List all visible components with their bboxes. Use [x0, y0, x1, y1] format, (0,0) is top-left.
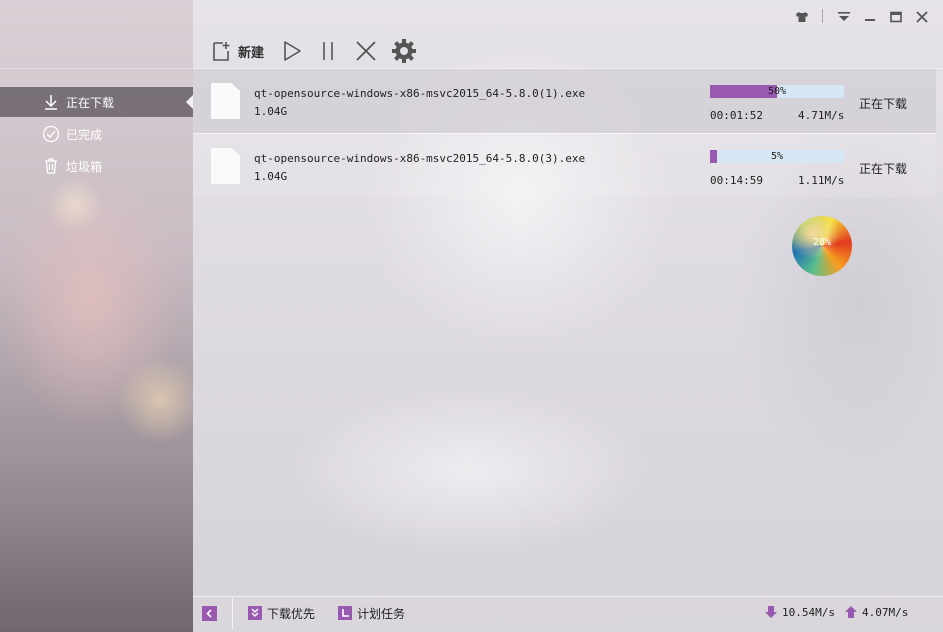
trash-icon: [42, 157, 60, 175]
total-upload-speed: 4.07M/s: [844, 605, 908, 619]
status-text: 正在下载: [859, 162, 908, 176]
new-task-label: 新建: [238, 45, 265, 61]
skin-icon: [796, 12, 808, 22]
total-download-speed-value: 10.54M/s: [782, 605, 835, 619]
chevron-left-icon: [202, 605, 217, 621]
priority-icon: [248, 606, 262, 620]
status-text: 正在下载: [859, 97, 908, 111]
sidebar-item-trash[interactable]: 垃圾箱: [0, 151, 193, 181]
menu-icon: [838, 12, 850, 21]
scheduled-tasks-label: 计划任务: [357, 606, 406, 621]
file-icon: [211, 83, 240, 119]
sidebar-item-downloading[interactable]: 正在下载: [0, 87, 193, 117]
sidebar: 正在下载 已完成 垃圾箱: [0, 0, 193, 632]
file-name: qt-opensource-windows-x86-msvc2015_64-5.…: [254, 87, 586, 100]
menu-button[interactable]: [836, 8, 852, 26]
arrow-up-icon: [845, 606, 857, 618]
sidebar-item-label: 已完成: [66, 127, 103, 142]
progress-bar: 5%: [710, 150, 844, 163]
progress-label: 5%: [770, 151, 784, 162]
file-size: 1.04G: [254, 105, 288, 118]
pause-icon: [323, 42, 333, 60]
check-circle-icon: [42, 125, 60, 143]
float-ball-label: 28%: [812, 237, 832, 248]
close-icon: [916, 11, 928, 23]
window-controls-divider: [822, 9, 823, 23]
file-name: qt-opensource-windows-x86-msvc2015_64-5.…: [254, 152, 586, 165]
download-speed: 1.11M/s: [798, 174, 845, 187]
minimize-button[interactable]: [862, 8, 878, 26]
settings-icon: [392, 39, 416, 63]
download-row[interactable]: qt-opensource-windows-x86-msvc2015_64-5.…: [193, 134, 936, 198]
bottom-bar-divider: [232, 598, 233, 630]
total-download-speed: 10.54M/s: [764, 605, 835, 619]
total-upload-speed-value: 4.07M/s: [862, 605, 909, 619]
start-button[interactable]: [281, 38, 303, 64]
floating-progress-ball[interactable]: 28%: [792, 216, 852, 276]
sidebar-item-completed[interactable]: 已完成: [0, 119, 193, 149]
collapse-sidebar-button[interactable]: [202, 604, 222, 622]
delete-icon: [356, 41, 376, 61]
progress-label: 50%: [767, 86, 787, 97]
close-button[interactable]: [914, 8, 930, 26]
settings-button[interactable]: [391, 38, 417, 64]
download-priority-button[interactable]: 下载优先: [248, 604, 315, 622]
maximize-button[interactable]: [888, 8, 904, 26]
arrow-down-icon: [765, 606, 777, 618]
new-file-icon: [213, 42, 230, 61]
sidebar-item-label: 正在下载: [66, 95, 115, 110]
download-speed: 4.71M/s: [798, 109, 845, 122]
download-priority-label: 下载优先: [267, 606, 316, 621]
minimize-icon: [865, 19, 875, 21]
time-remaining: 00:01:52: [710, 109, 763, 122]
download-row[interactable]: qt-opensource-windows-x86-msvc2015_64-5.…: [193, 69, 936, 133]
maximize-icon: [890, 11, 902, 23]
pause-button[interactable]: [318, 38, 338, 64]
schedule-icon: [338, 606, 352, 620]
new-task-button[interactable]: 新建: [210, 38, 264, 64]
sidebar-item-label: 垃圾箱: [66, 159, 103, 174]
scheduled-tasks-button[interactable]: 计划任务: [338, 604, 405, 622]
play-icon: [284, 41, 301, 61]
time-remaining: 00:14:59: [710, 174, 763, 187]
download-icon: [42, 93, 60, 111]
skin-button[interactable]: [794, 8, 810, 26]
file-icon: [211, 148, 240, 184]
delete-button[interactable]: [355, 38, 377, 64]
progress-bar: 50%: [710, 85, 844, 98]
file-size: 1.04G: [254, 170, 288, 183]
